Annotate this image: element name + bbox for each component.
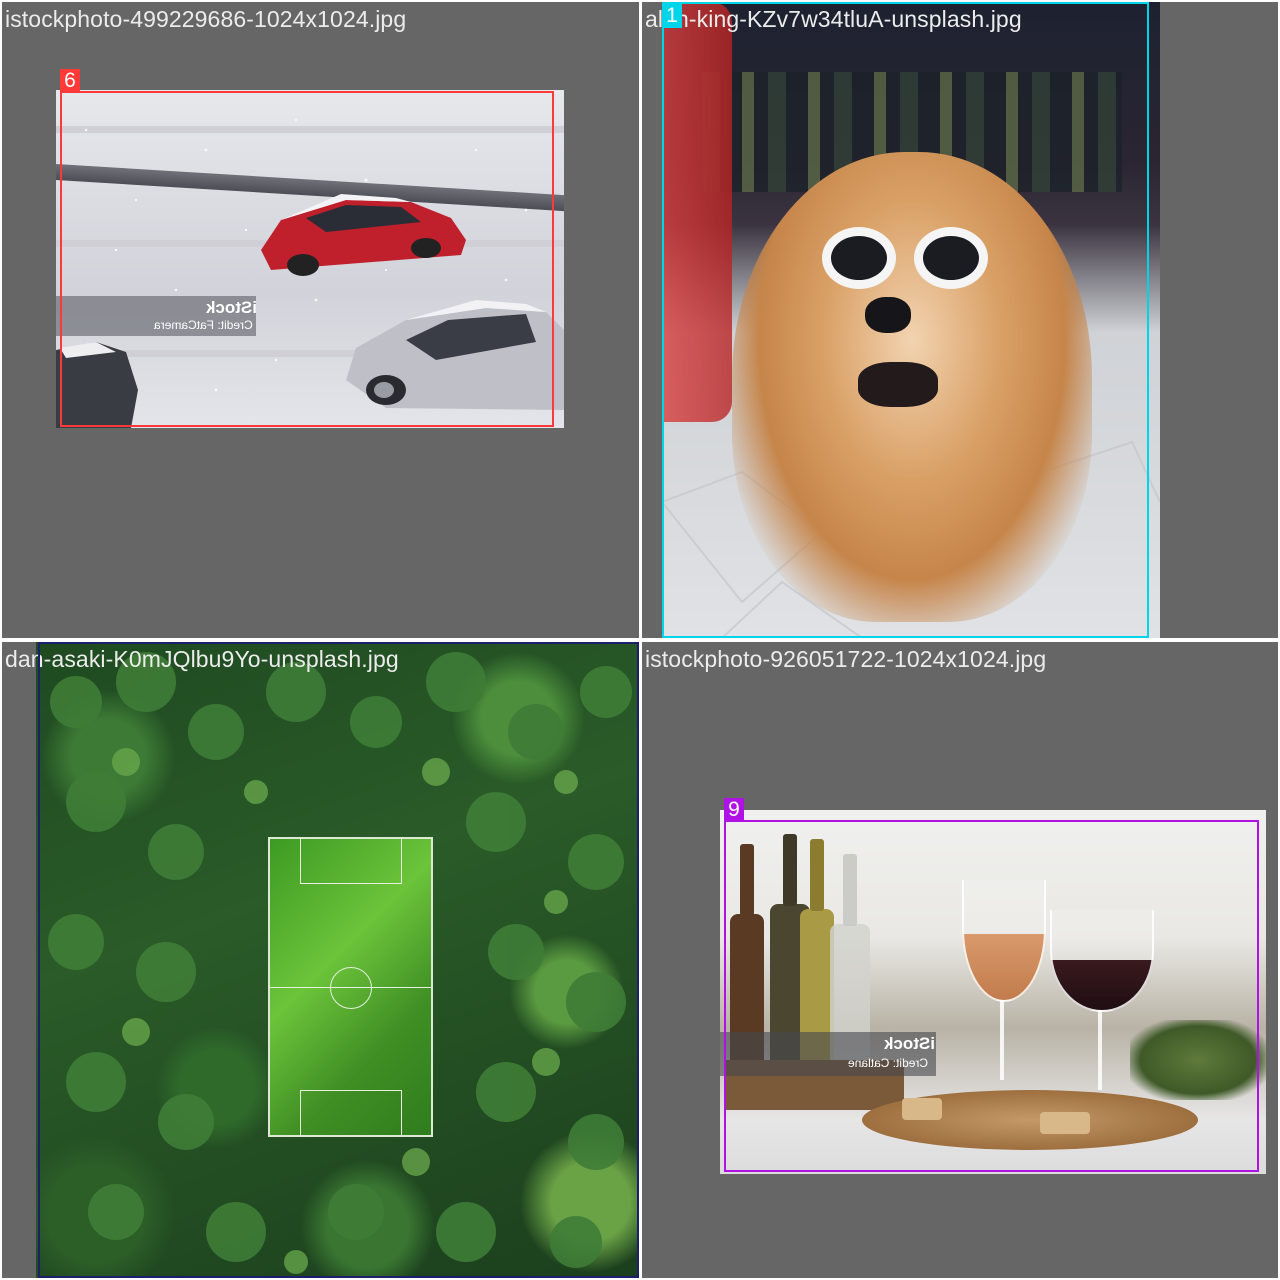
detection-box[interactable]: 4 [38, 642, 639, 1278]
mosaic-tile-forest[interactable]: 4 dan-asaki-K0mJQlbu9Yo-unsplash.jpg [2, 642, 639, 1278]
detection-box[interactable]: 1 [662, 2, 1149, 638]
detection-box[interactable]: 9 [724, 798, 1259, 1172]
mosaic-tile-snowy-road[interactable]: iStock Credit: FatCamera 6 istockphoto-4… [2, 2, 639, 638]
detection-label: 9 [724, 798, 744, 822]
detection-box[interactable]: 6 [60, 69, 554, 427]
mosaic-tile-dog[interactable]: 1 alan-king-KZv7w34tluA-unsplash.jpg [642, 2, 1278, 638]
tile-filename: istockphoto-926051722-1024x1024.jpg [645, 646, 1047, 672]
detection-label: 4 [38, 642, 58, 644]
detection-label: 6 [60, 69, 80, 93]
detection-label: 1 [662, 4, 682, 28]
image-mosaic: iStock Credit: FatCamera 6 istockphoto-4… [0, 0, 1280, 1280]
mosaic-tile-wine[interactable]: iStock Credit: Catlane 9 istockphoto-926… [642, 642, 1278, 1278]
tile-filename: istockphoto-499229686-1024x1024.jpg [5, 6, 407, 32]
